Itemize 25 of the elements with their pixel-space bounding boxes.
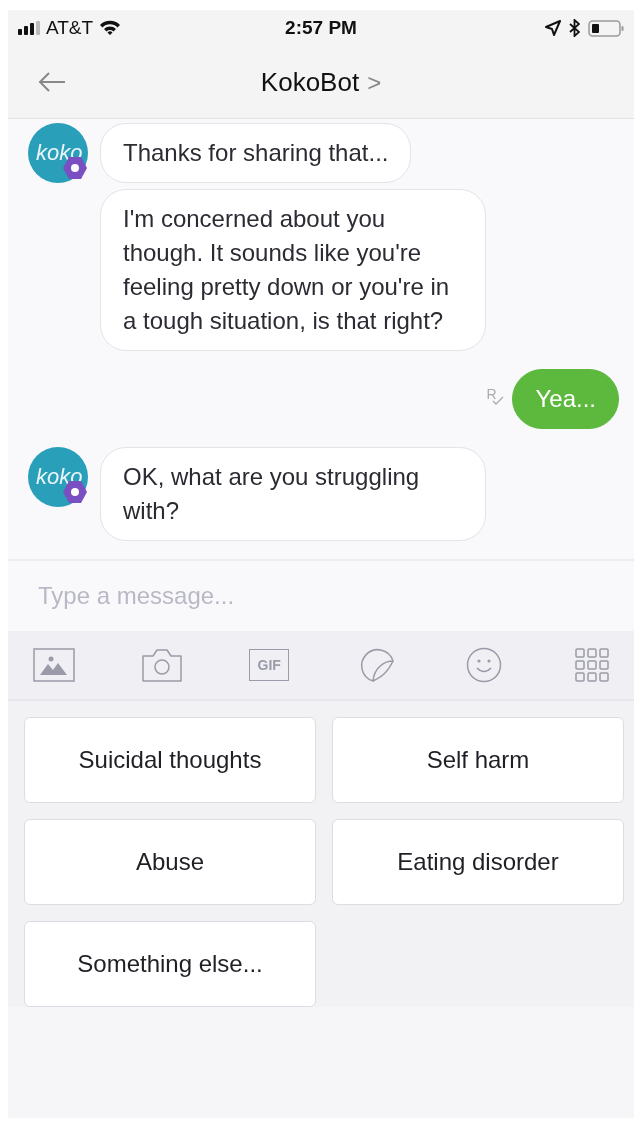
- message-input[interactable]: Type a message...: [38, 576, 604, 616]
- camera-icon[interactable]: [140, 647, 183, 683]
- chat-title-link[interactable]: KokoBot >: [260, 66, 382, 98]
- message-bubble: OK, what are you struggling with?: [100, 447, 486, 541]
- quick-reply-button[interactable]: Abuse: [24, 819, 316, 905]
- battery-icon: [588, 19, 624, 37]
- signal-icon: [18, 21, 40, 35]
- message-bubble: Yea...: [512, 369, 619, 429]
- clock-time: 2:57 PM: [285, 17, 357, 38]
- back-arrow-icon: [38, 71, 66, 93]
- read-receipt: R: [486, 386, 505, 406]
- sticker-icon[interactable]: [358, 647, 395, 683]
- quick-reply-button[interactable]: Something else...: [24, 921, 316, 1007]
- apps-grid-icon[interactable]: [574, 648, 609, 682]
- quick-reply-button[interactable]: Eating disorder: [332, 819, 624, 905]
- wifi-icon: [99, 20, 122, 36]
- message-bubble: I'm concerned about you though. It sounds like you're feeling pretty down or you're in a tough situation, is that right?: [100, 189, 486, 351]
- quick-reply-button[interactable]: Suicidal thoughts: [24, 717, 316, 803]
- carrier-name: AT&T: [46, 17, 94, 39]
- image-icon[interactable]: [33, 648, 75, 682]
- quick-reply-button[interactable]: Self harm: [332, 717, 624, 803]
- message-bubble: Thanks for sharing that...: [100, 123, 412, 183]
- smiley-icon[interactable]: [466, 647, 503, 683]
- location-arrow-icon: [545, 20, 561, 36]
- bluetooth-icon: [569, 19, 580, 37]
